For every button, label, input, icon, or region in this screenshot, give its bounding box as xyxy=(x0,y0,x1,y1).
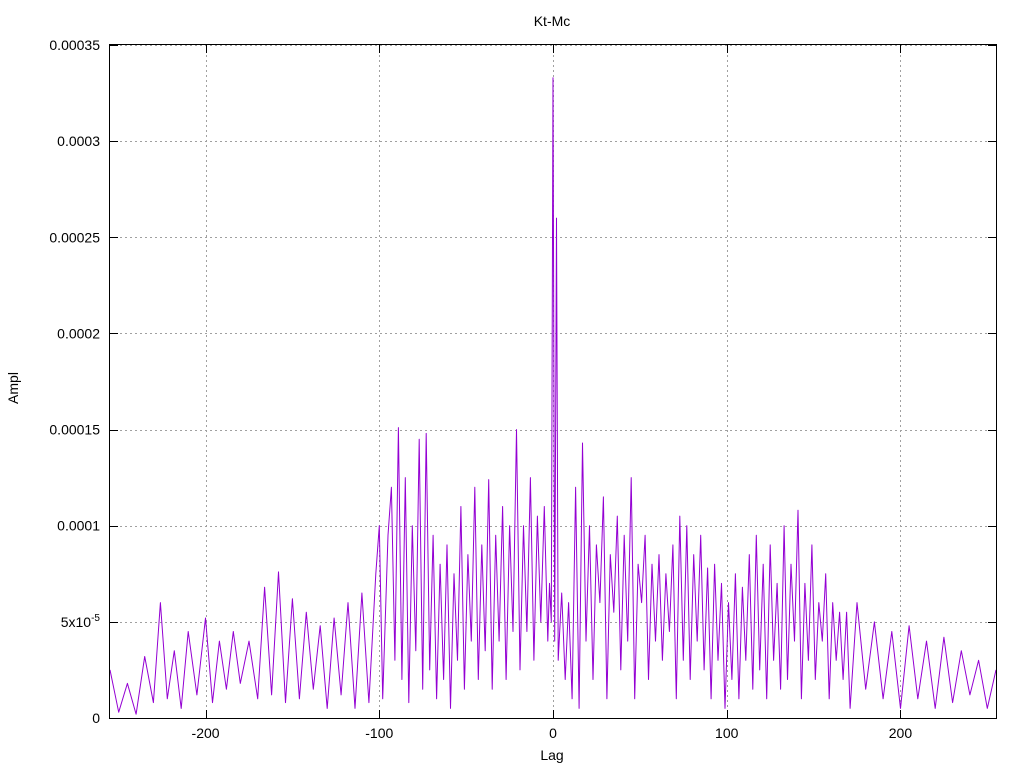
y-tick-label: 0.0002 xyxy=(57,325,100,341)
y-tick-label: 0.00015 xyxy=(49,422,100,438)
x-axis-title: Lag xyxy=(540,747,563,763)
y-tick-label: 0.0003 xyxy=(57,133,100,149)
y-tick-label: 0 xyxy=(92,710,100,726)
x-tick-label: 0 xyxy=(549,725,557,741)
y-axis-title: Ampl xyxy=(5,372,21,404)
chart-canvas: -200 -100 0 100 200 0 5x10-5 0.0001 0.00015 0.000… xyxy=(5,13,997,763)
x-tick-label: -100 xyxy=(365,725,393,741)
y-tick-label: 5x10-5 xyxy=(61,613,101,630)
y-tick-label: 0.00035 xyxy=(49,37,100,53)
x-tick-label: -200 xyxy=(192,725,220,741)
x-tick-label: 100 xyxy=(715,725,739,741)
x-tick-label: 200 xyxy=(889,725,913,741)
chart-title: Kt-Mc xyxy=(534,13,571,29)
y-tick-label: 0.0001 xyxy=(57,518,100,534)
y-tick-label: 0.00025 xyxy=(49,229,100,245)
axis-ticks: -200 -100 0 100 200 0 5x10-5 0.0001 0.00015 0.000… xyxy=(49,37,996,741)
